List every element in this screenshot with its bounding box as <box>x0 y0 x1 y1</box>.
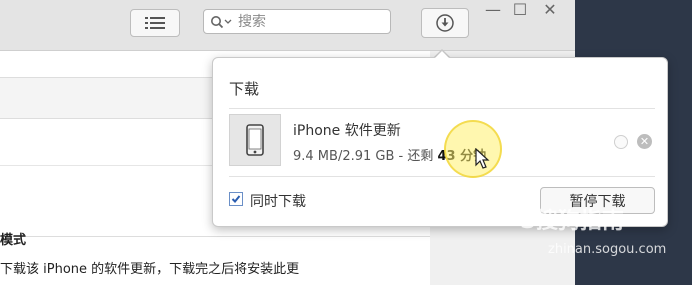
minimize-button[interactable]: — <box>481 0 505 19</box>
maximize-icon: ☐ <box>512 0 528 19</box>
cursor-highlight <box>444 120 502 178</box>
close-icon: ✕ <box>639 135 650 148</box>
simultaneous-download-label: 同时下载 <box>250 194 306 210</box>
search-box[interactable] <box>203 9 391 34</box>
section-description: 下载该 iPhone 的软件更新，下载完之后将安装此更 <box>0 262 300 277</box>
downloads-button[interactable] <box>421 8 469 38</box>
list-icon <box>145 17 165 29</box>
close-window-button[interactable]: ✕ <box>538 0 562 19</box>
download-arrow-icon <box>436 14 454 32</box>
download-name: iPhone 软件更新 <box>293 123 401 139</box>
mouse-cursor-icon <box>475 148 490 169</box>
popover-arrow-inner <box>434 51 450 59</box>
downloads-popover: 下载 iPhone 软件更新 9.4 MB/2.91 GB - 还剩 43 分钟… <box>212 57 668 227</box>
checkmark-icon <box>231 195 241 203</box>
divider <box>229 176 655 177</box>
list-view-button[interactable] <box>130 9 180 37</box>
divider <box>229 108 655 109</box>
simultaneous-download-checkbox[interactable] <box>229 192 243 206</box>
popover-title: 下载 <box>229 80 260 98</box>
section-heading: 模式 <box>0 233 27 248</box>
watermark-url: zhinan.sogou.com <box>548 242 667 257</box>
toolbar: — ☐ ✕ <box>0 0 575 51</box>
download-status-indicator <box>614 135 628 149</box>
maximize-button[interactable]: ☐ <box>508 0 532 19</box>
close-icon: ✕ <box>543 0 557 19</box>
watermark-logo: S搜狗指南 <box>520 209 624 234</box>
minimize-icon: — <box>485 0 501 19</box>
download-thumbnail <box>229 114 281 166</box>
iphone-icon <box>246 124 264 156</box>
search-icon <box>211 15 232 28</box>
search-input[interactable] <box>236 12 380 31</box>
cancel-download-button[interactable]: ✕ <box>637 134 652 149</box>
download-size: 9.4 MB/2.91 GB - 还剩 <box>293 149 438 164</box>
